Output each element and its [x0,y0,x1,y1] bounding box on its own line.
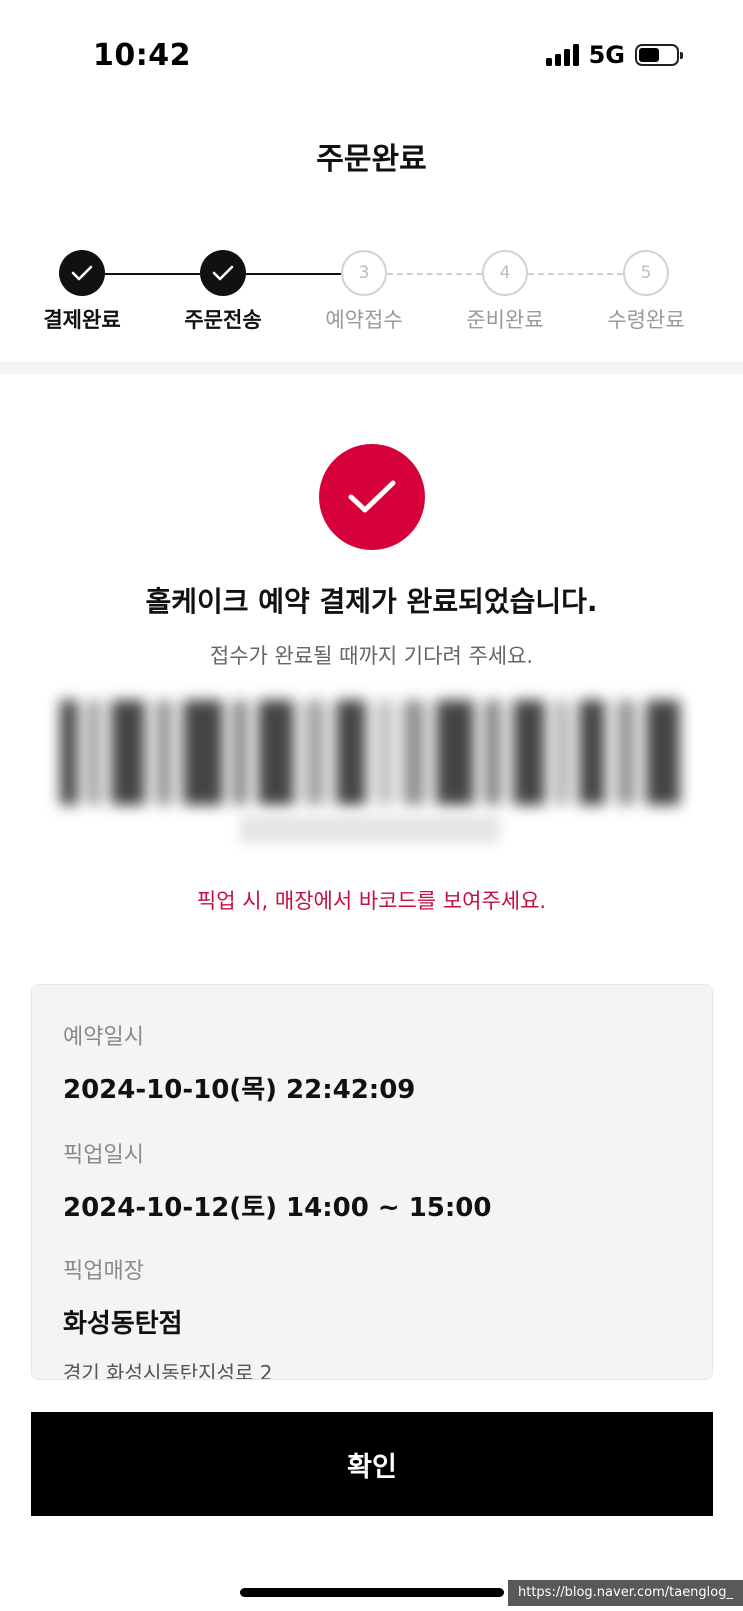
step-order-sent: 주문전송 [163,250,283,334]
step-label: 예약접수 [325,308,403,332]
check-icon [200,250,246,296]
order-info-card: 예약일시 2024-10-10(목) 22:42:09 픽업일시 2024-10… [31,984,713,1380]
pickup-time-value: 2024-10-12(토) 14:00 ~ 15:00 [63,1193,492,1223]
signal-icon [545,44,579,66]
step-reservation-received: 3 예약접수 [304,250,424,334]
page-title: 주문완료 [316,142,427,177]
watermark: https://blog.naver.com/taenglog_ [508,1580,743,1606]
home-indicator[interactable] [240,1588,504,1597]
step-label: 결제완료 [43,308,121,332]
success-subtitle: 접수가 완료될 때까지 기다려 주세요. [209,644,534,668]
pickup-time-label: 픽업일시 [63,1143,144,1168]
step-pickup-complete: 5 수령완료 [586,250,706,334]
pickup-notice: 픽업 시, 매장에서 바코드를 보여주세요. [196,889,547,913]
step-payment-complete: 결제완료 [22,250,142,334]
pickup-store-address: 경기 화성시동탄지성로 2 [63,1361,273,1380]
status-time: 10:42 [93,38,191,73]
success-title: 홀케이크 예약 결제가 완료되었습니다. [145,585,598,618]
reservation-time-value: 2024-10-10(목) 22:42:09 [63,1075,416,1105]
pickup-store-value: 화성동탄점 [63,1309,183,1339]
step-label: 주문전송 [184,308,262,332]
check-icon [59,250,105,296]
step-number: 3 [341,250,387,296]
barcode-number [240,815,500,843]
confirm-button[interactable]: 확인 [31,1412,713,1516]
step-preparation-complete: 4 준비완료 [445,250,565,334]
success-check-icon [319,444,425,550]
step-label: 준비완료 [466,308,544,332]
step-number: 4 [482,250,528,296]
barcode-image [60,700,680,805]
reservation-time-label: 예약일시 [63,1025,144,1050]
section-divider [0,362,743,374]
network-type: 5G [588,41,625,69]
step-label: 수령완료 [607,308,685,332]
status-indicators: 5G [545,41,683,69]
pickup-store-label: 픽업매장 [63,1259,144,1284]
step-number: 5 [623,250,669,296]
battery-icon [635,44,683,66]
order-progress-stepper: 결제완료 주문전송 3 예약접수 4 준비완료 5 수령완료 [0,250,743,340]
